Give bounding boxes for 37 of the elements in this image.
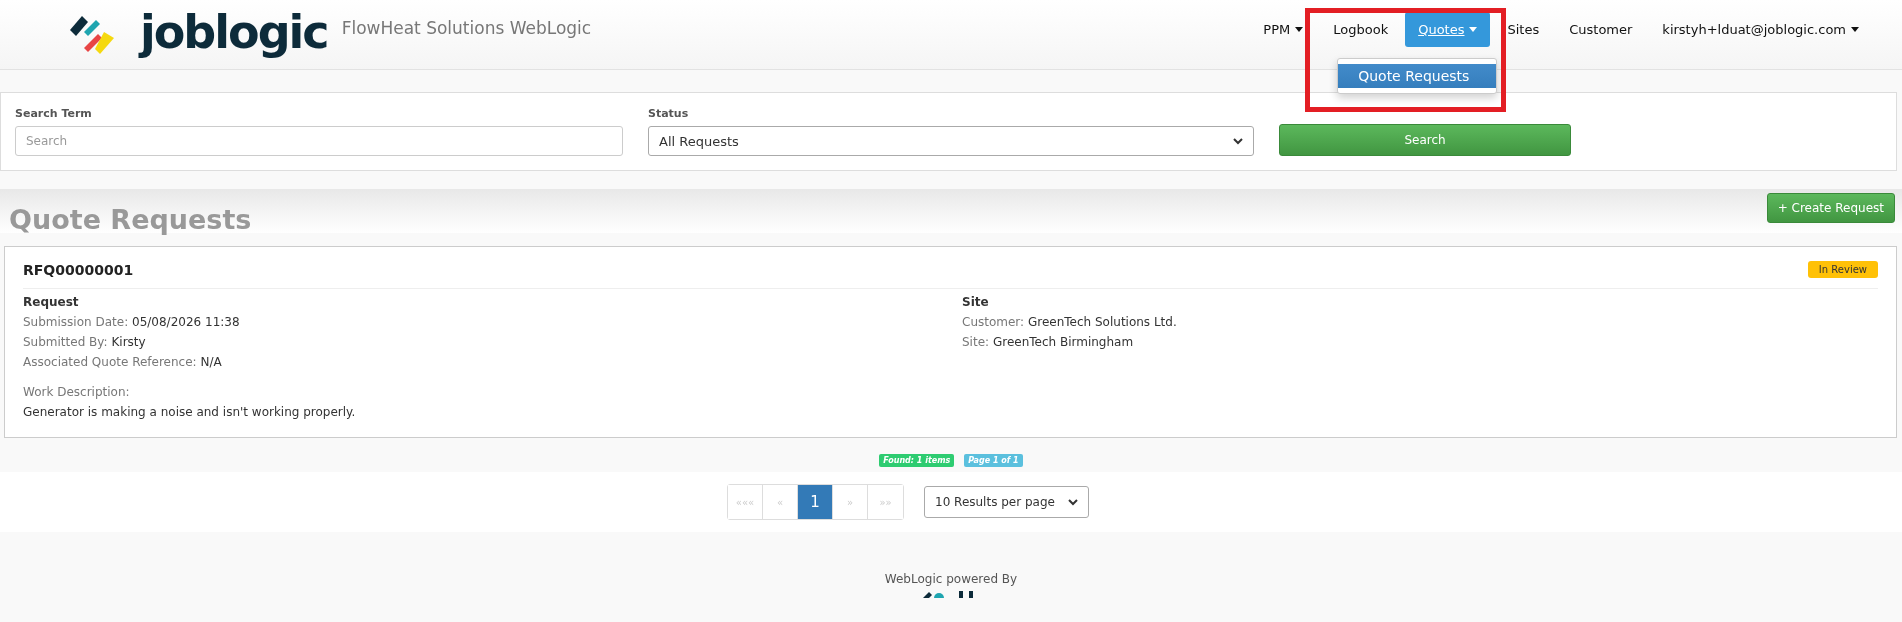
section-heading: Request xyxy=(23,295,80,309)
detail-label: Work Description: xyxy=(23,385,131,399)
page-button[interactable]: 1 xyxy=(798,485,833,519)
search-field[interactable]: Search xyxy=(15,126,623,156)
chevron-icon xyxy=(1233,137,1243,145)
request-id: RFQ00000001 xyxy=(23,261,134,278)
page-title: Quote Requests xyxy=(9,206,252,233)
menu-item[interactable]: Quote Requests xyxy=(1338,64,1497,88)
nav-link[interactable]: Sites xyxy=(1494,12,1553,47)
section-heading: Site xyxy=(962,295,990,309)
per-page-select[interactable]: 10 Results per page xyxy=(924,486,1089,518)
caret-icon xyxy=(1851,27,1859,32)
field-label: Status xyxy=(648,107,690,120)
footer-text: WebLogic powered By xyxy=(884,572,1018,586)
create-request-button[interactable]: + Create Request xyxy=(1766,193,1895,223)
detail-line: Customer: GreenTech Solutions Ltd. xyxy=(962,315,1178,329)
nav-link[interactable]: kirstyh+lduat@joblogic.com xyxy=(1649,12,1872,47)
status-badge: In Review xyxy=(1807,261,1878,278)
page-count: Page 1 of 1 xyxy=(964,454,1023,467)
detail-line: Submission Date: 05/08/2026 11:38 xyxy=(23,315,241,329)
detail-line: Associated Quote Reference: N/A xyxy=(23,355,223,369)
chevron-icon xyxy=(1068,498,1078,506)
detail-line: Submitted By: Kirsty xyxy=(23,335,147,349)
logo-text: joblogic xyxy=(140,4,328,59)
nav-link[interactable]: Quotes xyxy=(1405,12,1491,47)
caret-icon xyxy=(1469,27,1478,32)
nav-link[interactable]: Logbook xyxy=(1320,12,1402,47)
found-count: Found: 1 items xyxy=(879,454,955,467)
field-label: Search Term xyxy=(15,107,93,120)
status-select[interactable]: All Requests xyxy=(648,126,1254,156)
search-button[interactable]: Search xyxy=(1279,124,1571,156)
app-title: FlowHeat Solutions WebLogic xyxy=(341,17,592,38)
work-description: Generator is making a noise and isn't working properly. xyxy=(23,405,357,419)
caret-icon xyxy=(1295,27,1304,32)
nav-link[interactable]: PPM xyxy=(1250,12,1317,47)
nav-link[interactable]: Customer xyxy=(1556,12,1646,47)
detail-line: Site: GreenTech Birmingham xyxy=(962,335,1135,349)
